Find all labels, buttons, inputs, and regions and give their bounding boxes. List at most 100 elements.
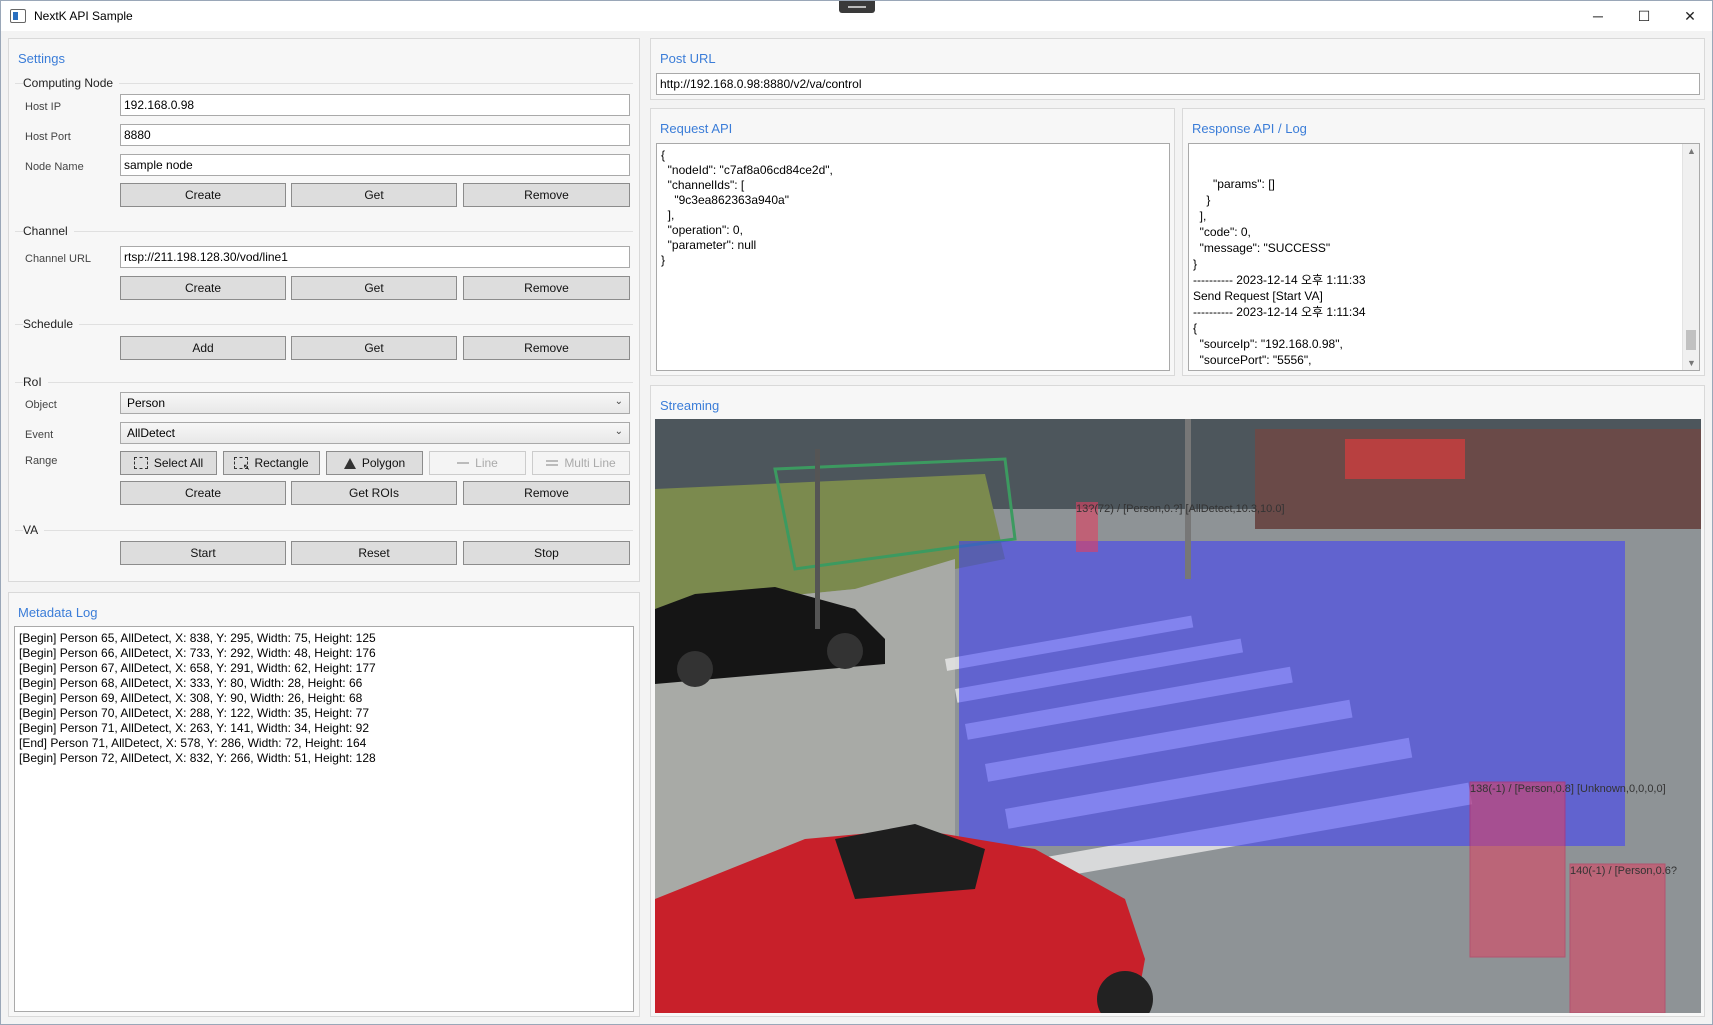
detection-label-140: 140(-1) / [Person,0.6? <box>1570 865 1678 877</box>
streaming-title: Streaming <box>660 398 720 413</box>
maximize-button[interactable]: ☐ <box>1621 1 1667 31</box>
request-api-title: Request API <box>660 121 733 136</box>
computing-node-label: Computing Node <box>23 76 120 90</box>
va-reset-button[interactable]: Reset <box>291 541 457 565</box>
select-all-icon <box>133 457 148 469</box>
response-api-line: "code": 0, <box>1193 368 1695 370</box>
response-api-line: ], <box>1193 209 1207 223</box>
schedule-get-button[interactable]: Get <box>291 336 457 360</box>
polygon-label: Polygon <box>361 456 406 470</box>
request-api-line: "parameter": null <box>661 238 757 252</box>
person-box-138 <box>1469 781 1566 958</box>
host-ip-label: Host IP <box>25 101 62 113</box>
storefront-buildings <box>1255 429 1701 529</box>
channel-url-field[interactable]: rtsp://211.198.128.30/vod/line1 <box>120 246 630 268</box>
channel-url-label: Channel URL <box>25 253 92 265</box>
scroll-down-icon[interactable]: ▼ <box>1687 358 1696 368</box>
response-scrollbar[interactable]: ▲ ▼ <box>1682 144 1699 370</box>
metadata-log-line: [Begin] Person 71, AllDetect, X: 263, Y:… <box>19 721 369 735</box>
post-url-title: Post URL <box>660 51 716 66</box>
event-select-value: AllDetect <box>127 426 176 440</box>
va-start-button[interactable]: Start <box>120 541 286 565</box>
host-port-label: Host Port <box>25 131 71 143</box>
event-select[interactable]: AllDetect ⌄ <box>120 422 630 444</box>
object-select-value: Person <box>127 396 166 410</box>
post-url-field[interactable]: http://192.168.0.98:8880/v2/va/control <box>656 73 1700 95</box>
roi-remove-button[interactable]: Remove <box>463 481 630 505</box>
host-port-field[interactable]: 8880 <box>120 124 630 146</box>
node-remove-button[interactable]: Remove <box>463 183 630 207</box>
metadata-log-line: [Begin] Person 70, AllDetect, X: 288, Y:… <box>19 706 369 720</box>
roi-create-button[interactable]: Create <box>120 481 286 505</box>
roi-get-rois-button[interactable]: Get ROIs <box>291 481 457 505</box>
metadata-log-line: [Begin] Person 65, AllDetect, X: 838, Y:… <box>19 631 376 645</box>
response-api-line: } <box>1193 193 1211 207</box>
object-select[interactable]: Person ⌄ <box>120 392 630 414</box>
channel-create-button[interactable]: Create <box>120 276 286 300</box>
polygon-icon <box>343 457 356 469</box>
range-label: Range <box>25 455 58 467</box>
multi-line-label: Multi Line <box>564 456 616 470</box>
metadata-log-title: Metadata Log <box>18 605 98 620</box>
node-name-field[interactable]: sample node <box>120 154 630 176</box>
snap-grip-handle[interactable] <box>839 1 875 13</box>
black-car-wheel <box>827 633 863 669</box>
app-icon <box>10 9 26 23</box>
rectangle-button[interactable]: Rectangle <box>223 451 320 475</box>
metadata-log-line: [Begin] Person 72, AllDetect, X: 832, Y:… <box>19 751 376 765</box>
detection-label-138: 138(-1) / [Person,0.8] [Unknown,0,0,0,0] <box>1470 783 1666 795</box>
minimize-button[interactable]: ─ <box>1575 1 1621 31</box>
metadata-log-line: [Begin] Person 68, AllDetect, X: 333, Y:… <box>19 676 363 690</box>
line-label: Line <box>475 456 498 470</box>
scroll-thumb[interactable] <box>1686 330 1696 350</box>
chevron-down-icon: ⌄ <box>614 426 623 437</box>
request-api-textarea[interactable]: { "nodeId": "c7af8a06cd84ce2d", "channel… <box>656 143 1170 371</box>
streaming-video[interactable]: 13?(72) / [Person,0.?] [AllDetect,10.3,1… <box>655 419 1701 1013</box>
channel-label: Channel <box>23 224 74 238</box>
request-api-line: } <box>661 253 666 267</box>
chevron-down-icon: ⌄ <box>614 396 623 407</box>
request-api-line: "9c3ea862363a940a" <box>661 193 789 207</box>
response-api-panel: Response API / Log "params": [] } ], "co… <box>1182 108 1705 376</box>
schedule-add-button[interactable]: Add <box>120 336 286 360</box>
response-api-line: } <box>1193 257 1198 271</box>
schedule-remove-button[interactable]: Remove <box>463 336 630 360</box>
rectangle-label: Rectangle <box>254 456 309 470</box>
node-get-button[interactable]: Get <box>291 183 457 207</box>
multi-line-button[interactable]: Multi Line <box>532 451 630 475</box>
select-all-label: Select All <box>153 456 204 470</box>
traffic-light-pole <box>815 449 820 629</box>
node-name-label: Node Name <box>25 161 84 173</box>
node-create-button[interactable]: Create <box>120 183 286 207</box>
store-sign <box>1345 439 1465 479</box>
metadata-log-textarea[interactable]: [Begin] Person 65, AllDetect, X: 838, Y:… <box>14 626 634 1012</box>
response-api-line: ---------- 2023-12-14 오후 1:11:34 <box>1193 305 1366 319</box>
select-all-button[interactable]: Select All <box>120 451 217 475</box>
request-api-line: { <box>661 148 666 162</box>
va-stop-button[interactable]: Stop <box>463 541 630 565</box>
post-url-panel: Post URL http://192.168.0.98:8880/v2/va/… <box>650 38 1705 100</box>
settings-panel: Settings Computing Node Host IP 192.168.… <box>8 38 640 582</box>
close-button[interactable]: ✕ <box>1667 1 1713 31</box>
metadata-log-line: [Begin] Person 66, AllDetect, X: 733, Y:… <box>19 646 376 660</box>
channel-get-button[interactable]: Get <box>291 276 457 300</box>
metadata-log-line: [Begin] Person 69, AllDetect, X: 308, Y:… <box>19 691 363 705</box>
event-label: Event <box>25 429 54 441</box>
polygon-button[interactable]: Polygon <box>326 451 423 475</box>
line-button[interactable]: Line <box>429 451 526 475</box>
host-ip-field[interactable]: 192.168.0.98 <box>120 94 630 116</box>
title-bar[interactable]: NextK API Sample ─ ☐ ✕ <box>1 1 1712 31</box>
response-api-title: Response API / Log <box>1192 121 1307 136</box>
black-car-wheel <box>677 651 713 687</box>
response-api-textarea[interactable]: "params": [] } ], "code": 0, "message": … <box>1188 143 1700 371</box>
response-api-line: ---------- 2023-12-14 오후 1:11:33 <box>1193 273 1366 287</box>
detection-label-72: 13?(72) / [Person,0.?] [AllDetect,10.3,1… <box>1076 503 1285 515</box>
schedule-label: Schedule <box>23 317 80 331</box>
line-icon <box>457 462 470 464</box>
channel-remove-button[interactable]: Remove <box>463 276 630 300</box>
multi-line-icon <box>546 460 559 466</box>
settings-title: Settings <box>18 51 65 66</box>
scroll-up-icon[interactable]: ▲ <box>1687 146 1696 156</box>
request-api-panel: Request API { "nodeId": "c7af8a06cd84ce2… <box>650 108 1175 376</box>
va-label: VA <box>23 523 45 537</box>
